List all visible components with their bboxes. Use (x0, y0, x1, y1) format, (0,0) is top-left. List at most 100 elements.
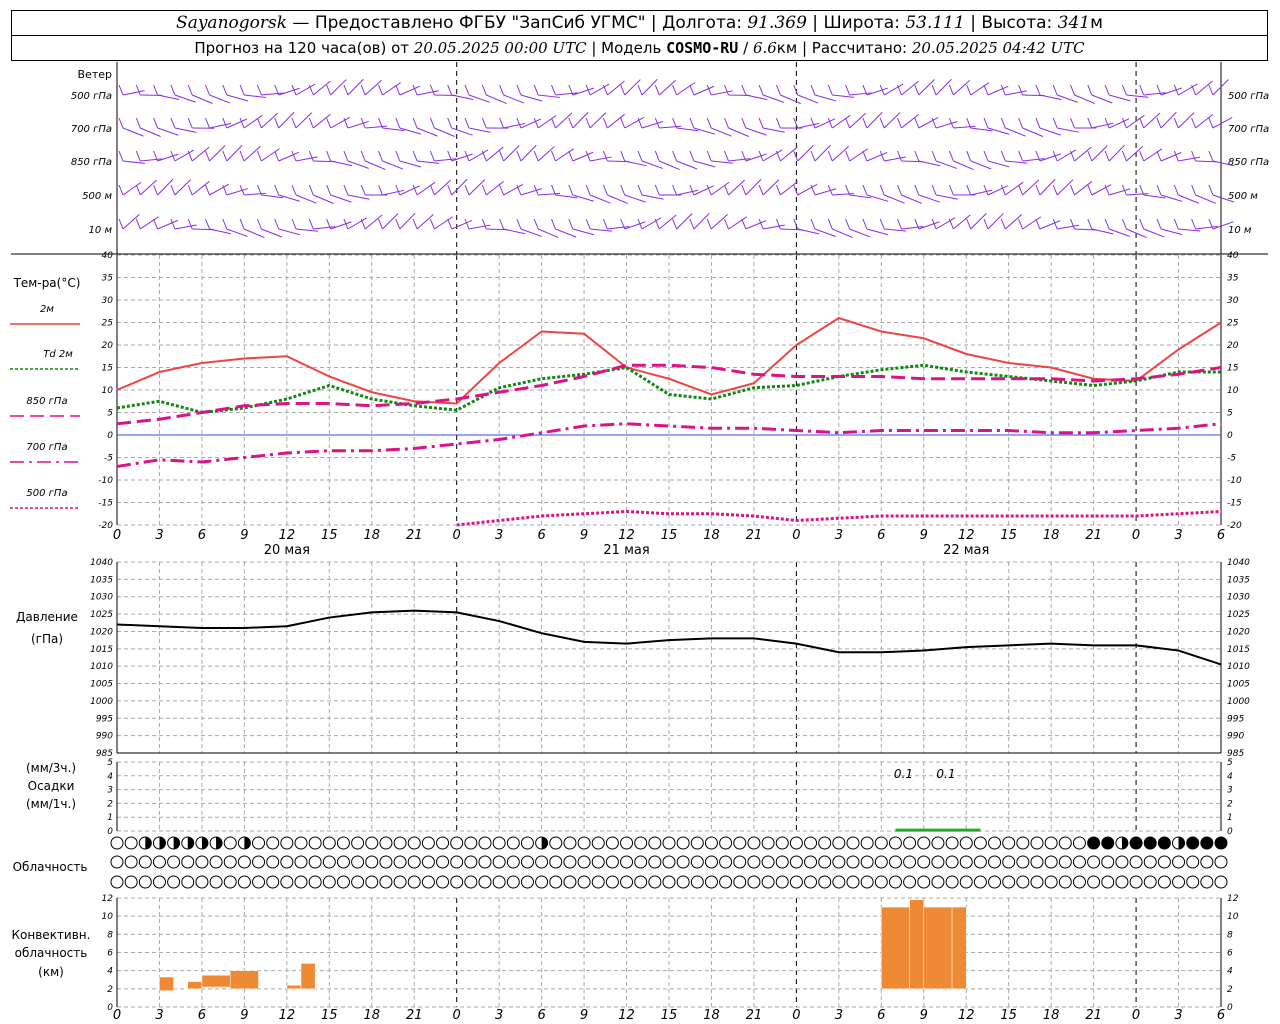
wind-barb (157, 178, 174, 196)
wind-level-label-right: 700 гПа (1228, 124, 1269, 135)
cloud-circle (1157, 875, 1171, 889)
wind-barb (1005, 90, 1028, 96)
wind-barb-feather (741, 117, 747, 129)
wind-barb (589, 112, 607, 129)
y-tick-label-left: 4 (107, 967, 113, 977)
x-tick-label: 3 (835, 528, 843, 543)
wind-barb (641, 121, 664, 129)
wind-barb (763, 127, 785, 133)
cloud-circle (874, 836, 888, 850)
cloud-circle (747, 836, 761, 850)
cloud-circle (846, 836, 860, 850)
cloud-circle (846, 875, 860, 889)
cloud-circle (945, 875, 959, 889)
y-tick-label-right: 1000 (1227, 697, 1250, 707)
cloud-circle (1030, 875, 1044, 889)
cloud-circle (1172, 875, 1186, 889)
day-label: 20 мая (264, 543, 310, 558)
wind-barb-feather (118, 184, 124, 196)
wind-barb-feather (758, 84, 764, 96)
y-tick-label-right: 5 (1227, 758, 1233, 768)
wind-barb-feather (966, 150, 972, 162)
wind-barb-feather (343, 184, 349, 196)
wind-barb-feather (1087, 184, 1093, 196)
cloud-circle (648, 855, 662, 869)
wind-barb-feather (516, 218, 522, 230)
y-tick-label-right: 990 (1227, 732, 1244, 742)
y-tick-label-right: 1025 (1227, 610, 1250, 620)
cloud-title: Облачность (13, 860, 88, 874)
wind-barb-feather (308, 150, 314, 162)
cloud-circle (1044, 836, 1058, 850)
wind-barb-feather (1018, 150, 1024, 162)
cloud-circle (1101, 836, 1115, 850)
wind-barb-feather (862, 218, 868, 230)
wind-barb (693, 160, 716, 168)
wind-barb (209, 145, 226, 162)
cloud-circle (223, 875, 237, 889)
wind-level-label-right: 500 гПа (1228, 91, 1269, 102)
y-tick-label-left: 35 (102, 274, 114, 284)
wind-barb (209, 94, 231, 104)
cloud-circle (436, 855, 450, 869)
y-tick-label-right: 10 (1227, 912, 1239, 922)
y-tick-label-right: 1030 (1227, 593, 1250, 603)
cloud-circle (804, 855, 818, 869)
y-tick-label-right: 4 (1227, 772, 1233, 782)
wind-barb (693, 127, 716, 135)
wind-barb-feather (602, 150, 608, 162)
wind-barb-feather (205, 117, 210, 129)
wind-barb-feather (568, 184, 574, 196)
wind-barb (1160, 228, 1183, 236)
y-tick-label-right: 2 (1227, 985, 1233, 995)
x-tick-label: 15 (1000, 1008, 1017, 1023)
y-tick-label-right: 1040 (1227, 558, 1250, 568)
wind-barb-feather (724, 150, 729, 162)
wind-barb-feather (1104, 117, 1110, 129)
cloud-circle (1072, 836, 1086, 850)
cloud-circle (1030, 836, 1044, 850)
wind-barb-feather (343, 150, 349, 162)
wind-barb-feather (378, 218, 383, 230)
wind-barb-feather (672, 150, 678, 162)
wind-barb-feather (1087, 150, 1093, 162)
wind-barb-feather (1208, 184, 1214, 196)
wind-barb-feather (758, 218, 764, 230)
wind-barb (572, 87, 594, 96)
cloud-circle (988, 855, 1002, 869)
cloud-circle (294, 836, 308, 850)
wind-barb (1143, 148, 1163, 162)
wind-barb-feather (948, 150, 954, 162)
wind-barb-feather (1139, 150, 1145, 162)
cloud-circle (747, 875, 761, 889)
cloud-circle (252, 836, 266, 850)
cloud-circle (492, 855, 506, 869)
cloud-circle (761, 855, 775, 869)
x-tick-label: 21 (406, 528, 423, 543)
cloud-circle (407, 855, 421, 869)
wind-barb-feather (793, 184, 799, 196)
wind-barb (883, 112, 901, 129)
y-tick-label-left: 0 (107, 827, 113, 837)
cloud-circle (1186, 836, 1200, 850)
wind-barb-feather (758, 117, 764, 129)
y-tick-label-right: 4 (1227, 967, 1233, 977)
cloud-circle (761, 836, 775, 850)
convective-bar (159, 976, 174, 991)
cloud-circle (450, 875, 464, 889)
wind-barb-feather (291, 150, 297, 162)
wind-barb-feather (153, 218, 159, 230)
x-tick-label: 6 (1217, 528, 1225, 543)
wind-barb (814, 188, 837, 196)
wind-barb-feather (1087, 84, 1093, 96)
wind-barb (347, 160, 369, 169)
wind-barb-feather (308, 218, 314, 230)
wind-barb-feather (827, 150, 833, 162)
x-tick-label: 0 (792, 528, 800, 543)
wind-barb (884, 194, 905, 204)
cloud-circle (1115, 855, 1129, 869)
cloud-circle (237, 855, 251, 869)
cloud-circle (818, 875, 832, 889)
wind-barb-feather (516, 117, 522, 129)
cloud-circle (676, 836, 690, 850)
